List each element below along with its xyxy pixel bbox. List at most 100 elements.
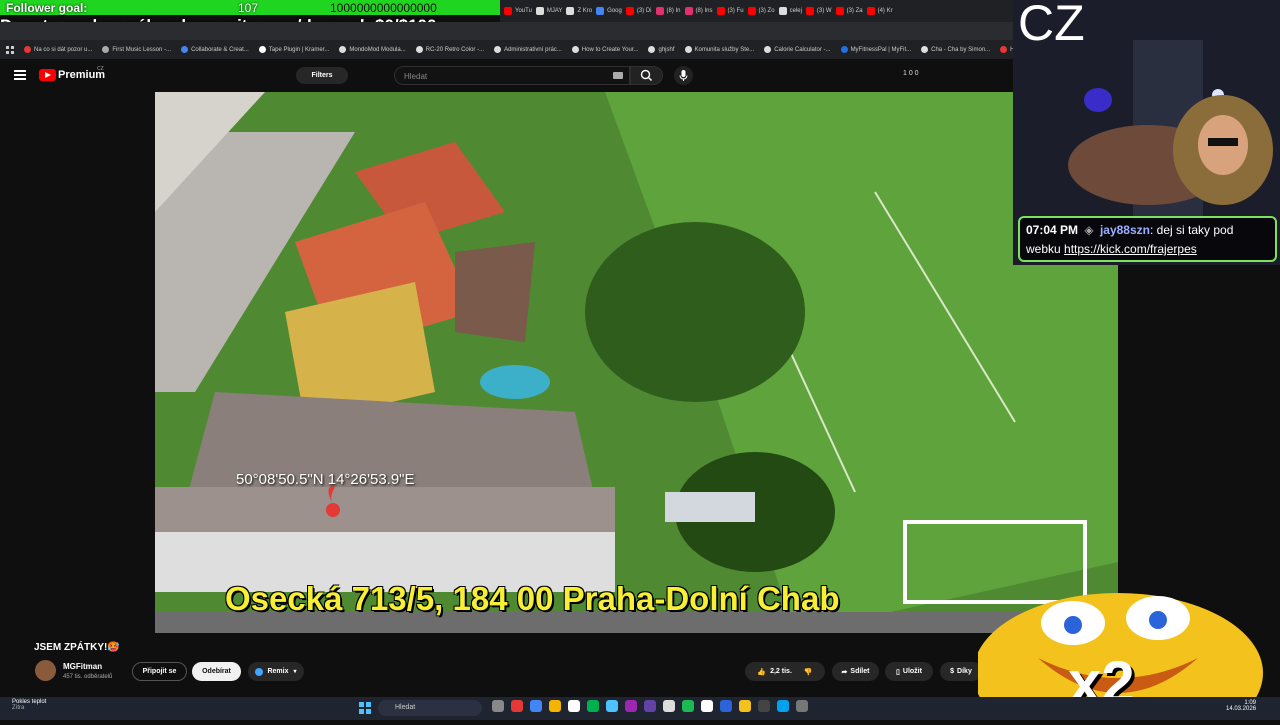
browser-tab[interactable]: (3) Di — [625, 0, 652, 22]
browser-tab[interactable]: (3) Za — [835, 0, 863, 22]
subscribe-button[interactable]: Odebírat — [192, 662, 241, 681]
tab-favicon-icon — [566, 7, 575, 15]
bookmark-label: Collaborate & Creat... — [191, 46, 249, 53]
bookmark-favicon-icon — [571, 46, 579, 53]
taskbar-app-icon[interactable] — [511, 700, 523, 712]
taskbar-app-icon[interactable] — [644, 700, 656, 712]
taskbar-search-input[interactable]: Hledat — [378, 700, 482, 716]
tab-label: (3) W — [816, 8, 832, 14]
hamburger-menu-icon[interactable] — [14, 70, 26, 80]
browser-tab[interactable]: (8) Ins — [684, 0, 713, 22]
bookmark-item[interactable]: Collaborate & Creat... — [181, 46, 249, 53]
browser-tab[interactable]: MJAY — [535, 0, 562, 22]
tab-favicon-icon — [684, 7, 693, 15]
taskbar-clock[interactable]: 1:09 14.03.2026 — [1226, 700, 1256, 712]
bookmark-favicon-icon — [102, 46, 110, 53]
video-title: JSEM ZPÁTKY!🥵 — [34, 642, 120, 653]
bookmark-favicon-icon — [181, 46, 189, 53]
taskbar-app-icon[interactable] — [682, 700, 694, 712]
chat-message-overlay: 07:04 PM ◈ jay88szn: dej si taky pod web… — [1018, 216, 1277, 262]
browser-tab[interactable]: (3) Zo — [747, 0, 775, 22]
channel-avatar[interactable] — [35, 660, 56, 681]
browser-tab[interactable]: celej — [778, 0, 802, 22]
tab-favicon-icon — [655, 7, 664, 15]
apps-grid-icon[interactable] — [6, 45, 14, 54]
taskbar-app-icon[interactable] — [625, 700, 637, 712]
taskbar-apps — [492, 700, 808, 712]
bookmark-favicon-icon — [921, 46, 929, 53]
remix-icon — [255, 667, 264, 676]
bookmark-label: MondoMod Modula... — [349, 46, 406, 53]
bookmark-item[interactable]: Tape Plugin | Kramer... — [258, 46, 329, 53]
browser-tab[interactable]: (4) Kr — [866, 0, 893, 22]
tab-favicon-icon — [747, 7, 756, 15]
like-button[interactable]: 👍 2,2 tis. 👎 — [745, 662, 825, 681]
dislike-icon[interactable]: 👎 — [804, 668, 813, 676]
tab-label: (3) Di — [636, 8, 652, 14]
taskbar-app-icon[interactable] — [739, 700, 751, 712]
filters-button[interactable]: Filters — [296, 67, 348, 84]
taskbar-app-icon[interactable] — [777, 700, 789, 712]
browser-tab[interactable]: (3) W — [805, 0, 832, 22]
taskbar-app-icon[interactable] — [530, 700, 542, 712]
search-button[interactable] — [630, 66, 663, 85]
bookmark-favicon-icon — [648, 46, 656, 53]
taskbar-app-icon[interactable] — [587, 700, 599, 712]
browser-tab[interactable]: (3) Fu — [716, 0, 744, 22]
chat-timestamp: 07:04 PM — [1026, 223, 1079, 237]
taskbar-app-icon[interactable] — [701, 700, 713, 712]
chat-username: jay88szn — [1099, 223, 1150, 237]
bookmark-item[interactable]: Na co si dát pozor u... — [24, 46, 92, 53]
thanks-button[interactable]: $ Díky — [940, 662, 982, 681]
tab-label: (8) Ins — [695, 8, 713, 14]
voice-search-button[interactable] — [674, 66, 693, 85]
taskbar-app-icon[interactable] — [720, 700, 732, 712]
video-frame-aerial — [155, 92, 1118, 633]
subscribe-label: Odebírat — [202, 668, 231, 675]
share-icon: ➦ — [841, 668, 848, 676]
taskbar-app-icon[interactable] — [549, 700, 561, 712]
browser-tab[interactable]: Goog — [596, 0, 622, 22]
bookmark-item[interactable]: First Music Lesson -... — [102, 46, 171, 53]
taskbar-app-icon[interactable] — [606, 700, 618, 712]
browser-tab[interactable]: (8) In — [655, 0, 681, 22]
bookmark-favicon-icon — [339, 46, 347, 53]
bookmark-item[interactable]: Cha - Cha by Simon... — [921, 46, 990, 53]
weather-widget[interactable]: Pokles teplot Zítra — [12, 699, 46, 711]
bookmark-item[interactable]: ghjshf — [648, 46, 675, 53]
keyboard-icon[interactable] — [613, 72, 623, 79]
taskbar-app-icon[interactable] — [492, 700, 504, 712]
save-label: Uložit — [902, 668, 922, 675]
bookmark-item[interactable]: How to Create Your... — [571, 46, 638, 53]
taskbar-app-icon[interactable] — [758, 700, 770, 712]
video-player[interactable] — [155, 92, 1118, 633]
like-count: 2,2 tis. — [770, 668, 792, 675]
bookmark-item[interactable]: Komunita služby Ste... — [684, 46, 754, 53]
search-input[interactable]: Hledat — [394, 66, 630, 85]
share-button[interactable]: ➦ Sdílet — [832, 662, 879, 681]
bookmark-item[interactable]: RC-20 Retro Color -... — [415, 46, 484, 53]
tab-label: (8) In — [666, 8, 681, 14]
remix-button[interactable]: Remix ▾ — [248, 662, 304, 681]
chat-link[interactable]: https://kick.com/frajerpes — [1064, 242, 1197, 256]
taskbar-app-icon[interactable] — [796, 700, 808, 712]
start-icon[interactable] — [359, 702, 371, 714]
bookmark-item[interactable]: Hype — [1000, 46, 1013, 53]
tab-favicon-icon — [625, 7, 634, 15]
browser-tab[interactable]: Z Kro — [566, 0, 592, 22]
youtube-logo-icon[interactable] — [39, 69, 56, 81]
tab-label: celej — [789, 8, 802, 14]
tab-favicon-icon — [866, 7, 875, 15]
join-button[interactable]: Připojit se — [132, 662, 187, 681]
channel-name[interactable]: MGFitman — [63, 662, 102, 671]
bookmark-item[interactable]: Calorie Calculator -... — [764, 46, 831, 53]
taskbar-app-icon[interactable] — [568, 700, 580, 712]
video-address-caption: Osecká 713/5, 184 00 Praha-Dolní Chab — [225, 580, 840, 617]
bookmark-item[interactable]: MondoMod Modula... — [339, 46, 406, 53]
bookmark-item[interactable]: Administrativní prác... — [494, 46, 562, 53]
bookmark-icon: ▯ — [896, 668, 900, 676]
taskbar-app-icon[interactable] — [663, 700, 675, 712]
save-button[interactable]: ▯ Uložit — [885, 662, 933, 681]
bookmark-item[interactable]: MyFitnessPal | MyFit... — [840, 46, 911, 53]
browser-tab[interactable]: YouTu — [504, 0, 532, 22]
